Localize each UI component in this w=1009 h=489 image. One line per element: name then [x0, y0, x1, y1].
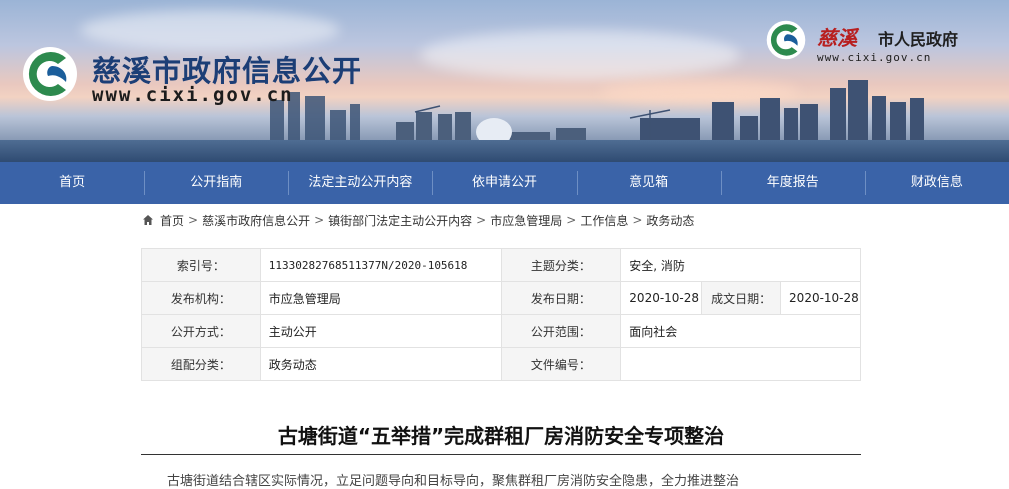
- water-reflection: [0, 140, 1009, 162]
- title-divider: [141, 454, 861, 455]
- breadcrumb-separator: >: [188, 213, 199, 227]
- table-row: 公开方式： 主动公开 公开范围： 面向社会: [141, 314, 861, 348]
- topic-label: 主题分类：: [500, 248, 622, 282]
- home-icon: [143, 215, 153, 225]
- document-info-table: 索引号： 11330282768511377N/2020-105618 主题分类…: [141, 248, 861, 381]
- breadcrumb-separator: >: [632, 213, 643, 227]
- breadcrumb-separator: >: [566, 213, 577, 227]
- publisher-label: 发布机构：: [141, 281, 261, 315]
- breadcrumb-info-disclosure[interactable]: 慈溪市政府信息公开: [202, 212, 310, 229]
- scope-label: 公开范围：: [500, 314, 622, 348]
- main-nav: 首页 公开指南 法定主动公开内容 依申请公开 意见箱 年度报告 财政信息: [0, 162, 1009, 204]
- create-date-value: 2020-10-28: [780, 281, 861, 315]
- doc-number-value: [620, 347, 861, 381]
- category-value: 政务动态: [259, 347, 502, 381]
- header-banner: 慈溪市政府信息公开 www.cixi.gov.cn 慈溪 市人民政府 www.c…: [0, 0, 1009, 162]
- breadcrumb-emergency-bureau[interactable]: 市应急管理局: [490, 212, 562, 229]
- table-row: 发布机构： 市应急管理局 发布日期： 2020-10-28 成文日期： 2020…: [141, 281, 861, 315]
- table-row: 组配分类： 政务动态 文件编号：: [141, 347, 861, 381]
- nav-item-annual-report[interactable]: 年度报告: [720, 162, 865, 204]
- publish-date-label: 发布日期：: [500, 281, 622, 315]
- create-date-label: 成文日期：: [701, 281, 782, 315]
- topic-value: 安全, 消防: [620, 248, 861, 282]
- site-url: www.cixi.gov.cn: [92, 84, 294, 106]
- nav-item-request[interactable]: 依申请公开: [432, 162, 576, 204]
- gov-name-text: 市人民政府: [878, 30, 959, 49]
- breadcrumb-gov-news[interactable]: 政务动态: [646, 212, 694, 229]
- breadcrumb-dept-content[interactable]: 镇街部门法定主动公开内容: [328, 212, 472, 229]
- breadcrumb-separator: >: [314, 213, 325, 227]
- gov-url: www.cixi.gov.cn: [817, 51, 932, 64]
- cixi-logo-icon[interactable]: [22, 46, 78, 102]
- doc-number-label: 文件编号：: [500, 347, 622, 381]
- index-value: 11330282768511377N/2020-105618: [259, 248, 502, 282]
- breadcrumb-work-info[interactable]: 工作信息: [580, 212, 628, 229]
- table-row: 索引号： 11330282768511377N/2020-105618 主题分类…: [141, 248, 861, 282]
- nav-item-home[interactable]: 首页: [0, 162, 144, 204]
- publisher-value: 市应急管理局: [259, 281, 502, 315]
- gov-logo-icon[interactable]: [766, 20, 806, 60]
- method-value: 主动公开: [259, 314, 502, 348]
- gov-brand-text: 慈溪: [817, 26, 857, 50]
- index-label: 索引号：: [141, 248, 261, 282]
- publish-date-value: 2020-10-28: [620, 281, 703, 315]
- nav-item-guide[interactable]: 公开指南: [144, 162, 288, 204]
- scope-value: 面向社会: [620, 314, 861, 348]
- breadcrumb-home[interactable]: 首页: [160, 212, 184, 229]
- method-label: 公开方式：: [141, 314, 261, 348]
- breadcrumb: 首页 > 慈溪市政府信息公开 > 镇街部门法定主动公开内容 > 市应急管理局 >…: [142, 211, 862, 229]
- nav-item-finance-info[interactable]: 财政信息: [864, 162, 1009, 204]
- category-label: 组配分类：: [141, 347, 261, 381]
- breadcrumb-separator: >: [476, 213, 487, 227]
- nav-item-statutory-content[interactable]: 法定主动公开内容: [288, 162, 432, 204]
- nav-item-suggestion-box[interactable]: 意见箱: [576, 162, 721, 204]
- article-title: 古塘街道“五举措”完成群租厂房消防安全专项整治: [277, 424, 725, 448]
